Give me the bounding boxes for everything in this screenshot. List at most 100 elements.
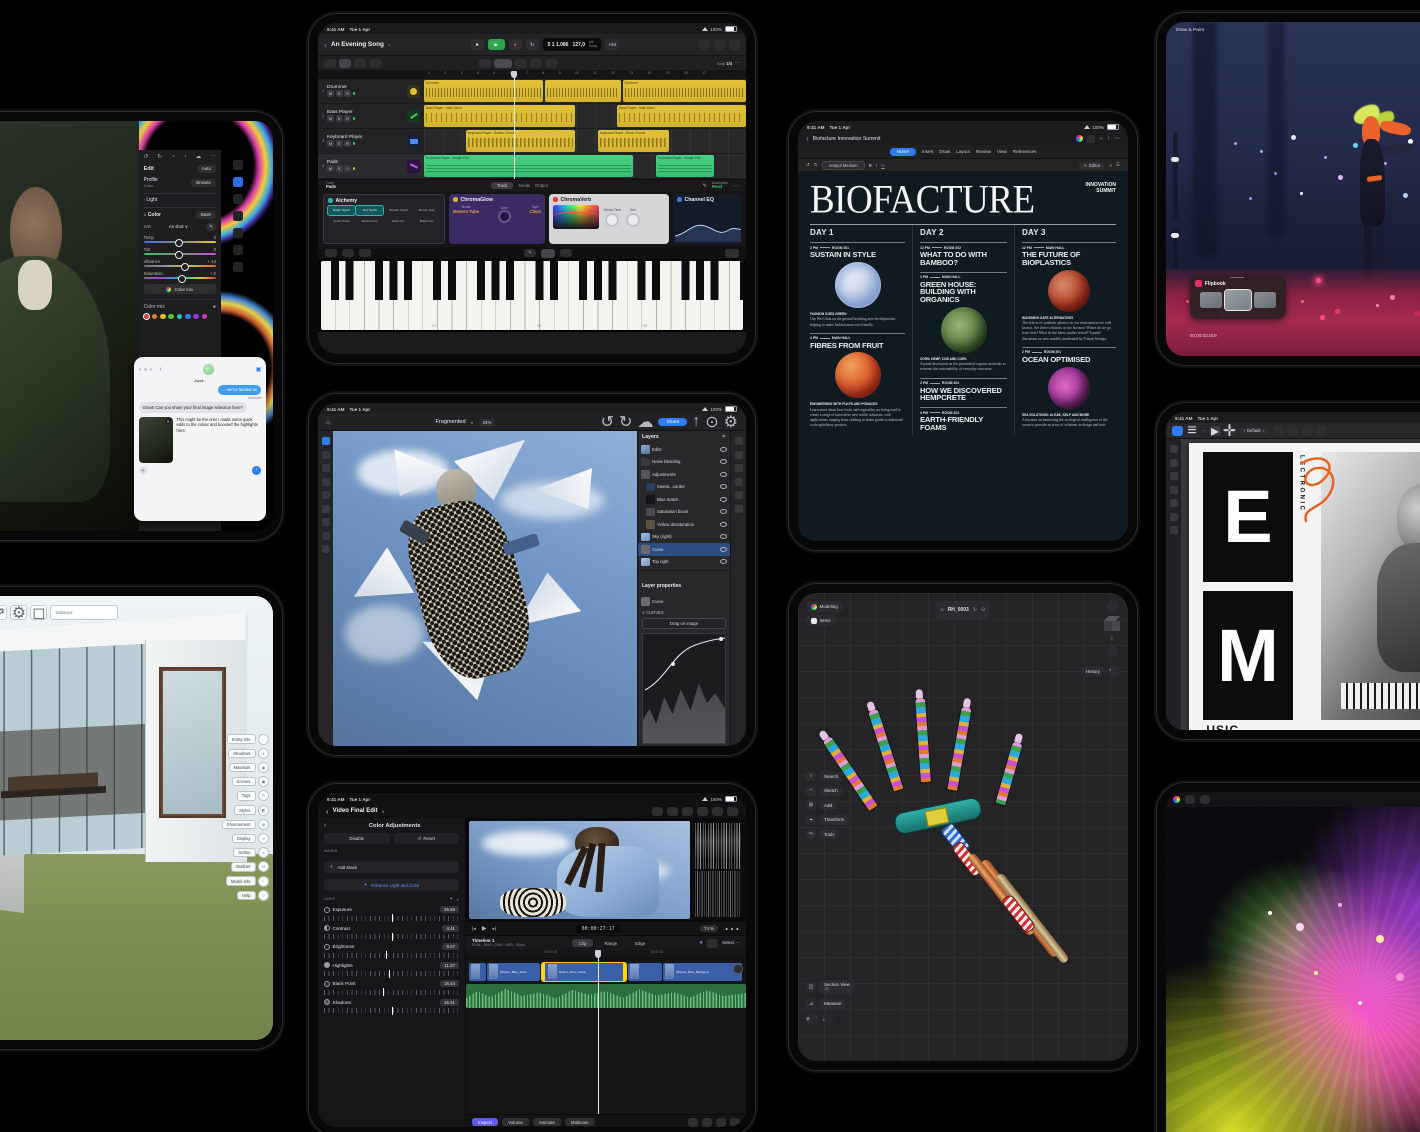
light-section[interactable]: Light (146, 197, 157, 203)
clip[interactable]: Skyline_Blue_Backgrou (663, 963, 741, 981)
underline-button[interactable]: U (881, 163, 884, 168)
lock-icon[interactable]: ◻ (30, 605, 47, 620)
opacity-slider[interactable] (1173, 229, 1178, 269)
document-page[interactable]: BIOFACTURE INNOVATIONSUMMIT DAY 1 2 PMRO… (798, 171, 1128, 541)
sidebar-item-help[interactable]: Help? (237, 890, 269, 901)
undo-icon[interactable]: ↺ (144, 154, 149, 160)
temp-slider[interactable]: Temp0 (144, 235, 216, 244)
gear-icon[interactable]: ⚙ (724, 412, 738, 432)
layer-group-row[interactable]: Adjustments (638, 468, 730, 481)
tool-sketch[interactable]: ◠Sketch (806, 786, 849, 796)
volume-button[interactable]: Volume (502, 1118, 529, 1126)
distance-input[interactable] (50, 605, 118, 620)
mask-icon[interactable] (735, 491, 743, 499)
gradient-tool-icon[interactable] (322, 518, 330, 526)
target-icon[interactable]: ● (213, 304, 216, 310)
pen-tool-icon[interactable] (1170, 459, 1178, 467)
region[interactable]: Drummer (623, 80, 746, 102)
loop-tool-icon[interactable] (515, 59, 527, 68)
list-icon[interactable]: ☰ (1116, 162, 1120, 168)
tab-view[interactable]: View (997, 149, 1007, 154)
sidebar-item-shadows[interactable]: Shadows◗ (228, 748, 269, 759)
region[interactable]: Keyboard Player - Block Chords (598, 130, 669, 152)
tab-output[interactable]: Output (535, 183, 548, 188)
overwrite-icon[interactable] (730, 1118, 740, 1127)
record-enable-button[interactable]: R (344, 90, 351, 97)
compact-layers-icon[interactable] (735, 437, 743, 445)
stamp-tool-icon[interactable] (322, 505, 330, 513)
regions-view-icon[interactable] (339, 59, 351, 68)
flipbook-frame[interactable] (1200, 292, 1222, 308)
clip-selected[interactable]: Skyline_Blue_Close (542, 963, 626, 981)
more-icon[interactable]: ⋯ (733, 183, 738, 189)
automation-mode[interactable]: Read (712, 185, 728, 189)
brush-tool-icon[interactable] (1170, 486, 1178, 494)
snap-value[interactable]: 1/4 (726, 61, 732, 66)
sidebar-item-display[interactable]: Display∞ (232, 833, 269, 844)
share-icon[interactable]: ↑ (184, 154, 187, 160)
stop-button[interactable]: ■ (471, 39, 484, 50)
contact-name[interactable]: Joyce › (139, 379, 262, 383)
color-wheel-icon[interactable] (1076, 135, 1083, 142)
gear-icon[interactable]: ⚙ (10, 605, 27, 620)
clip[interactable] (469, 963, 486, 981)
view-cube[interactable] (1104, 616, 1120, 632)
sidebar-item-soften[interactable]: Soften◑ (233, 847, 269, 858)
region[interactable]: Drummer (424, 80, 543, 102)
controls-icon[interactable] (541, 249, 555, 258)
redo-icon[interactable]: ↻ (814, 162, 818, 168)
align-icon[interactable] (1302, 426, 1313, 436)
timeline[interactable]: 00:00:15 00:00:30 Skyline_Blue_Wide Skyl… (466, 950, 746, 1127)
fill-tool-icon[interactable] (1170, 499, 1178, 507)
plugin-alchemy[interactable]: Alchemy Bright SynthGet SynthMetallic Sw… (323, 194, 445, 244)
select-tool-icon[interactable] (1170, 445, 1178, 453)
menu-icon[interactable]: ≡ (1187, 426, 1198, 436)
color-wheel-icon[interactable] (1173, 796, 1180, 803)
connect-icon[interactable]: ❖ (699, 940, 703, 946)
history-clock-icon[interactable]: ◔ (1108, 665, 1120, 677)
decay-knob[interactable] (605, 213, 619, 227)
piano-keyboard[interactable]: C3 C4 C5 (318, 259, 746, 332)
align-icon[interactable]: ≡ (1109, 163, 1112, 168)
history-button[interactable]: History (1081, 666, 1105, 676)
wb-value[interactable]: As shot ∨ (169, 224, 188, 230)
clip[interactable]: Skyline_Blue_Wide (487, 963, 540, 981)
eyedropper-tool-icon[interactable] (322, 545, 330, 553)
attached-image[interactable]: × (139, 417, 173, 463)
draft-message[interactable]: This might be the one! I made some quick… (177, 417, 262, 434)
export-icon[interactable]: ↑ (692, 413, 700, 431)
tab-range[interactable]: Range (597, 939, 624, 947)
chords-icon[interactable] (560, 249, 572, 258)
flipbook-frame-current[interactable] (1225, 290, 1251, 310)
properties-icon[interactable] (735, 451, 743, 459)
keyboard-view-icon[interactable] (725, 249, 739, 258)
tab-edge[interactable]: Edge (628, 939, 652, 947)
layer-row[interactable]: Yellow desaturation (638, 518, 730, 531)
session[interactable]: 4 PMMAIN HALL FIBRES FROM FRUIT ENGINEER… (810, 333, 905, 429)
session[interactable]: 2 PMROOM 201 OCEAN OPTIMISED SEA SOLUTIO… (1022, 347, 1116, 429)
plugin-chromaverb[interactable]: ChromaVerb Decay Time Wet (549, 194, 669, 244)
tab-sends[interactable]: Sends (518, 183, 530, 188)
account-icon[interactable] (1107, 601, 1118, 612)
more-icon[interactable]: ⋯ (1114, 135, 1120, 142)
wand-icon[interactable]: ✦ (449, 896, 453, 902)
environment-icon[interactable] (1107, 646, 1118, 657)
monitor-icon[interactable] (342, 249, 354, 258)
browser-icon[interactable] (712, 807, 723, 816)
drag-handle[interactable] (1230, 277, 1244, 279)
export-icon[interactable] (727, 807, 738, 816)
trim-tool-icon[interactable] (494, 59, 512, 68)
song-title[interactable]: An Evening Song (331, 41, 384, 48)
boolean-icon[interactable] (1316, 426, 1327, 436)
design-canvas[interactable]: E LECTRONIC M USIC (1181, 439, 1420, 730)
render-canvas[interactable] (1166, 807, 1420, 1132)
home-icon[interactable]: ⌂ (326, 419, 330, 426)
sidebar-item-environment[interactable]: Environment◍ (222, 819, 269, 830)
sidebar-item-styles[interactable]: Styles◩ (234, 805, 269, 816)
detach-icon[interactable] (702, 1118, 712, 1127)
more-icon[interactable]: ⋯ (210, 154, 216, 160)
session[interactable]: 2 PMROOM 201 SUSTAIN IN STYLE FASHION GO… (810, 242, 905, 328)
enhance-button[interactable]: ✦Enhance Light and Color (324, 879, 459, 891)
plugin-chromaglow[interactable]: ChromaGlow ModelModern Tube Drive StyleC… (449, 194, 545, 244)
tab-references[interactable]: References (1013, 149, 1037, 154)
